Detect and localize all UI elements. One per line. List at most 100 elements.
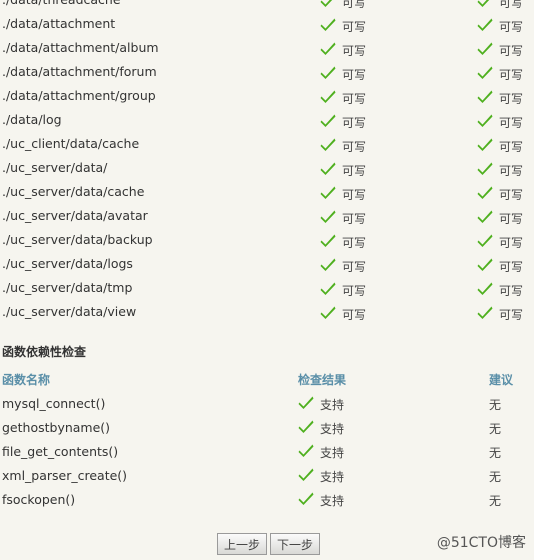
required-status: 可写 xyxy=(320,278,366,302)
result-text: 支持 xyxy=(320,397,345,412)
check-icon xyxy=(477,0,493,8)
directory-path: ./data/attachment/group xyxy=(2,88,156,103)
status-text: 可写 xyxy=(342,211,367,226)
status-text: 可写 xyxy=(499,259,524,274)
check-icon xyxy=(477,112,493,128)
status-text: 可写 xyxy=(342,187,367,202)
check-icon xyxy=(477,256,493,272)
table-row: ./uc_server/data/view 可写 可写 xyxy=(0,302,534,326)
result-text: 支持 xyxy=(320,445,345,460)
directory-path: ./uc_server/data/avatar xyxy=(2,208,148,223)
check-icon xyxy=(320,112,336,128)
status-text: 可写 xyxy=(499,235,524,250)
directory-path: ./uc_server/data/logs xyxy=(2,256,133,271)
check-icon xyxy=(320,208,336,224)
status-text: 可写 xyxy=(342,259,367,274)
check-icon xyxy=(477,232,493,248)
current-status: 可写 xyxy=(477,278,523,302)
current-status: 可写 xyxy=(477,62,523,86)
header-suggestion: 建议 xyxy=(489,373,514,387)
table-row: ./uc_client/data/cache 可写 可写 xyxy=(0,134,534,158)
status-text: 可写 xyxy=(342,19,367,34)
check-icon xyxy=(298,442,314,458)
table-row: ./uc_server/data/avatar 可写 可写 xyxy=(0,206,534,230)
check-icon xyxy=(298,418,314,434)
check-icon xyxy=(298,394,314,410)
table-row: ./uc_server/data/backup 可写 可写 xyxy=(0,230,534,254)
check-icon xyxy=(477,64,493,80)
required-status: 可写 xyxy=(320,254,366,278)
status-text: 可写 xyxy=(342,115,367,130)
check-icon xyxy=(320,16,336,32)
check-icon xyxy=(320,280,336,296)
current-status: 可写 xyxy=(477,38,523,62)
table-row: file_get_contents() 支持 无 xyxy=(0,440,534,464)
function-name: mysql_connect() xyxy=(2,396,106,411)
current-status: 可写 xyxy=(477,0,523,14)
check-icon xyxy=(477,40,493,56)
check-icon xyxy=(477,88,493,104)
current-status: 可写 xyxy=(477,134,523,158)
table-row: ./data/threadcache 可写 可写 xyxy=(0,0,534,14)
status-text: 可写 xyxy=(499,283,524,298)
table-row: ./data/attachment/forum 可写 可写 xyxy=(0,62,534,86)
required-status: 可写 xyxy=(320,182,366,206)
suggestion-text: 无 xyxy=(489,422,502,436)
check-icon xyxy=(298,466,314,482)
required-status: 可写 xyxy=(320,134,366,158)
suggestion-text: 无 xyxy=(489,398,502,412)
result-text: 支持 xyxy=(320,421,345,436)
next-step-button[interactable]: 下一步 xyxy=(270,533,321,555)
function-table-header: 函数名称 检查结果 建议 xyxy=(0,371,534,389)
check-icon xyxy=(477,184,493,200)
check-result: 支持 xyxy=(298,392,344,416)
required-status: 可写 xyxy=(320,14,366,38)
function-name: xml_parser_create() xyxy=(2,468,128,483)
required-status: 可写 xyxy=(320,62,366,86)
check-icon xyxy=(320,64,336,80)
status-text: 可写 xyxy=(499,43,524,58)
check-icon xyxy=(320,232,336,248)
table-row: ./uc_server/data/cache 可写 可写 xyxy=(0,182,534,206)
function-dependency-table: mysql_connect() 支持无 gethostbyname() 支持无 file… xyxy=(0,392,534,512)
status-text: 可写 xyxy=(342,163,367,178)
status-text: 可写 xyxy=(499,0,524,10)
status-text: 可写 xyxy=(499,187,524,202)
check-icon xyxy=(320,160,336,176)
status-text: 可写 xyxy=(499,91,524,106)
directory-path: ./uc_server/data/view xyxy=(2,304,137,319)
table-row: mysql_connect() 支持 无 xyxy=(0,392,534,416)
directory-path: ./data/threadcache xyxy=(2,0,121,7)
check-result: 支持 xyxy=(298,440,344,464)
check-icon xyxy=(320,0,336,8)
directory-path: ./data/attachment/forum xyxy=(2,64,157,79)
current-status: 可写 xyxy=(477,86,523,110)
function-name: gethostbyname() xyxy=(2,420,111,435)
directory-path: ./data/log xyxy=(2,112,62,127)
directory-path: ./uc_server/data/ xyxy=(2,160,108,175)
directory-path: ./uc_server/data/cache xyxy=(2,184,145,199)
required-status: 可写 xyxy=(320,0,366,14)
check-icon xyxy=(320,40,336,56)
directory-path: ./data/attachment/album xyxy=(2,40,159,55)
suggestion-text: 无 xyxy=(489,494,502,508)
result-text: 支持 xyxy=(320,469,345,484)
prev-step-button[interactable]: 上一步 xyxy=(217,533,268,555)
directory-path: ./uc_server/data/backup xyxy=(2,232,153,247)
current-status: 可写 xyxy=(477,254,523,278)
function-name: fsockopen() xyxy=(2,492,76,507)
check-icon xyxy=(477,280,493,296)
status-text: 可写 xyxy=(499,307,524,322)
check-icon xyxy=(477,16,493,32)
table-row: ./data/attachment 可写 可写 xyxy=(0,14,534,38)
header-function-name: 函数名称 xyxy=(2,373,51,387)
required-status: 可写 xyxy=(320,158,366,182)
table-row: fsockopen() 支持 无 xyxy=(0,488,534,512)
status-text: 可写 xyxy=(499,139,524,154)
table-row: ./data/log 可写 可写 xyxy=(0,110,534,134)
check-icon xyxy=(298,490,314,506)
required-status: 可写 xyxy=(320,38,366,62)
status-text: 可写 xyxy=(342,0,367,10)
table-row: ./uc_server/data/tmp 可写 可写 xyxy=(0,278,534,302)
check-result: 支持 xyxy=(298,416,344,440)
